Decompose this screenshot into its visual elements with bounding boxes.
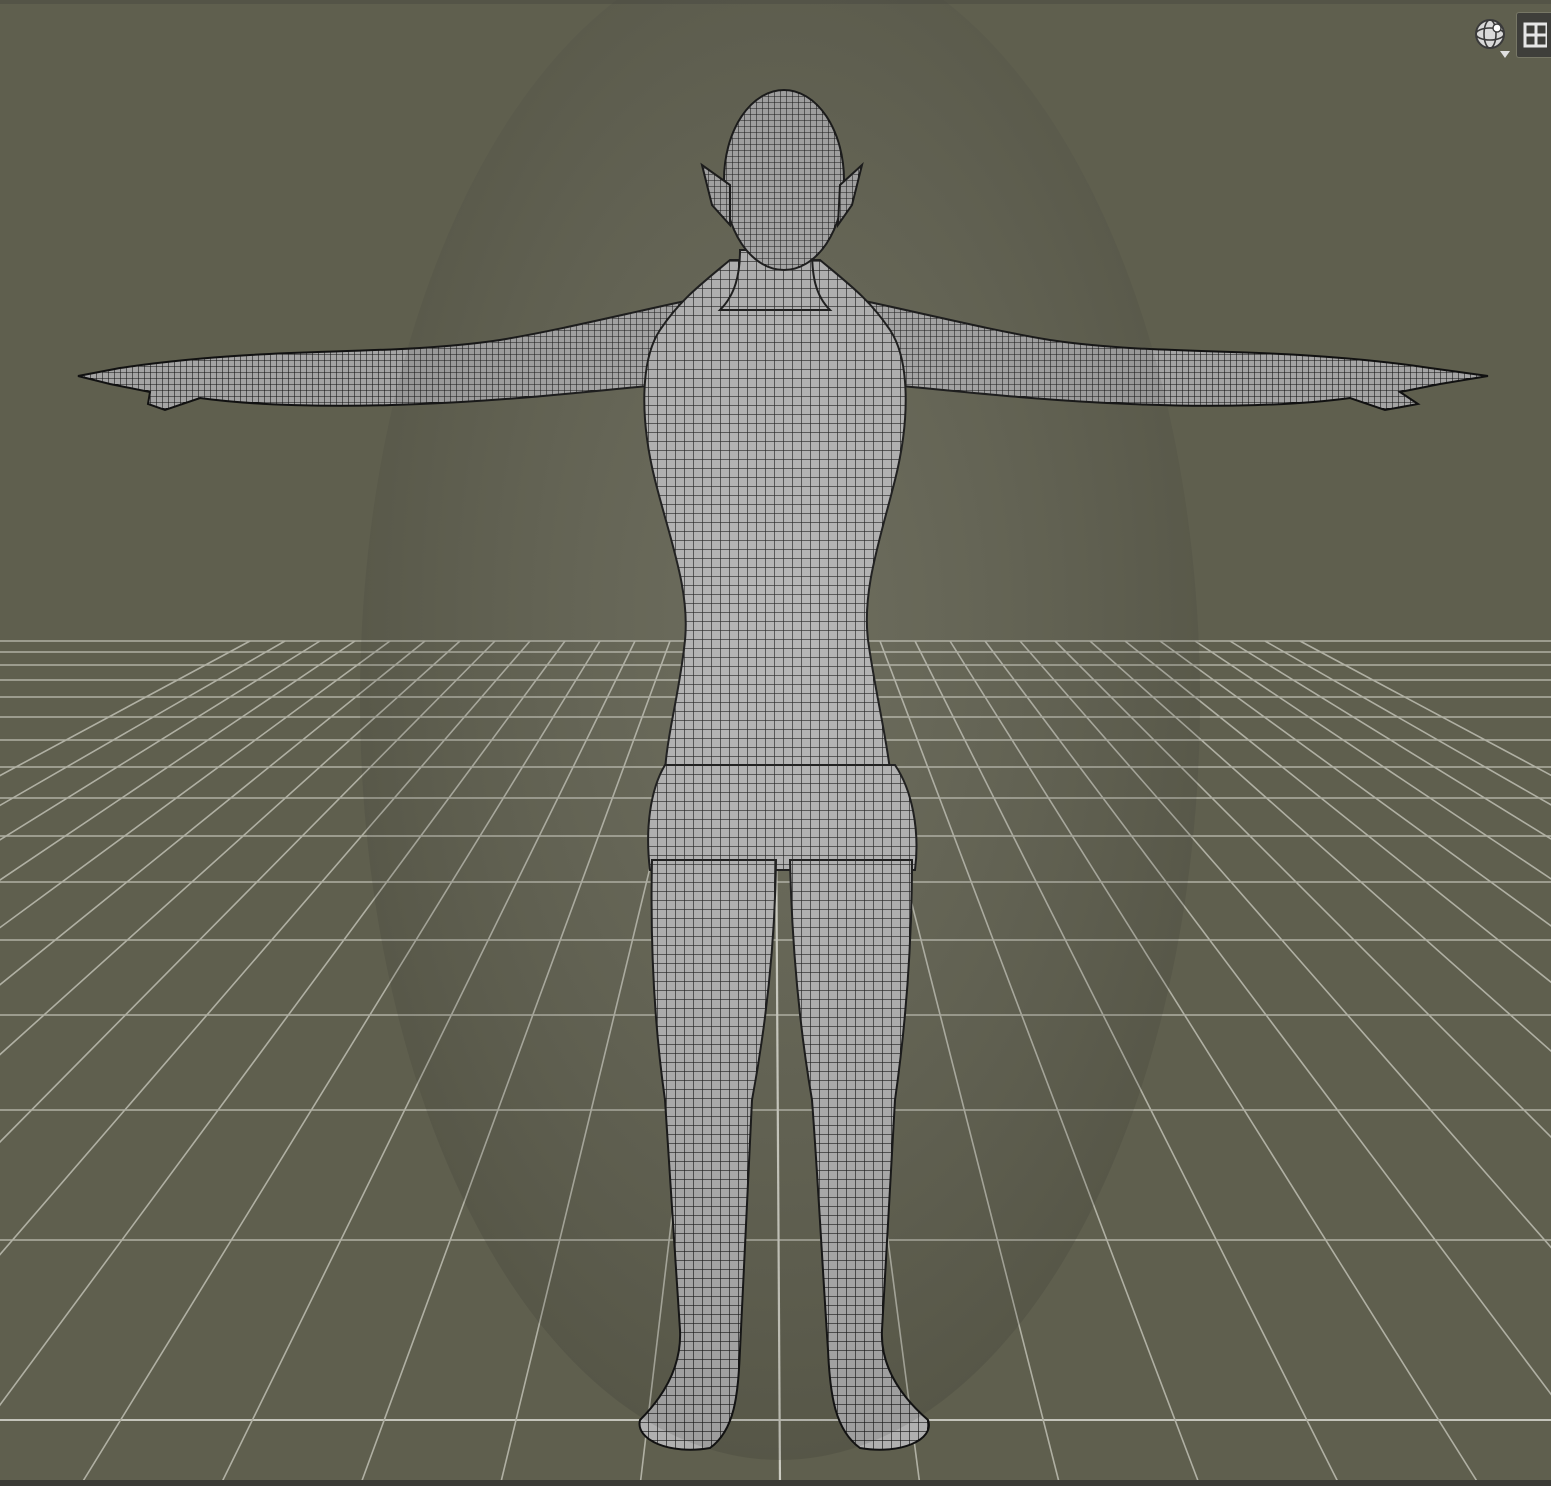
viewport-canvas[interactable] (0, 0, 1551, 1486)
viewport-toolbar (1470, 12, 1551, 62)
chevron-down-icon (1500, 51, 1510, 58)
viewport-layout-button[interactable] (1516, 12, 1551, 58)
viewport-layout-icon (1523, 22, 1547, 48)
3d-viewport[interactable] (0, 0, 1551, 1486)
viewport-bottom-border (0, 1480, 1551, 1486)
human-figure-mesh[interactable] (77, 0, 1489, 1460)
camera-orbit-button[interactable] (1470, 12, 1510, 58)
camera-orbit-icon (1475, 19, 1505, 49)
